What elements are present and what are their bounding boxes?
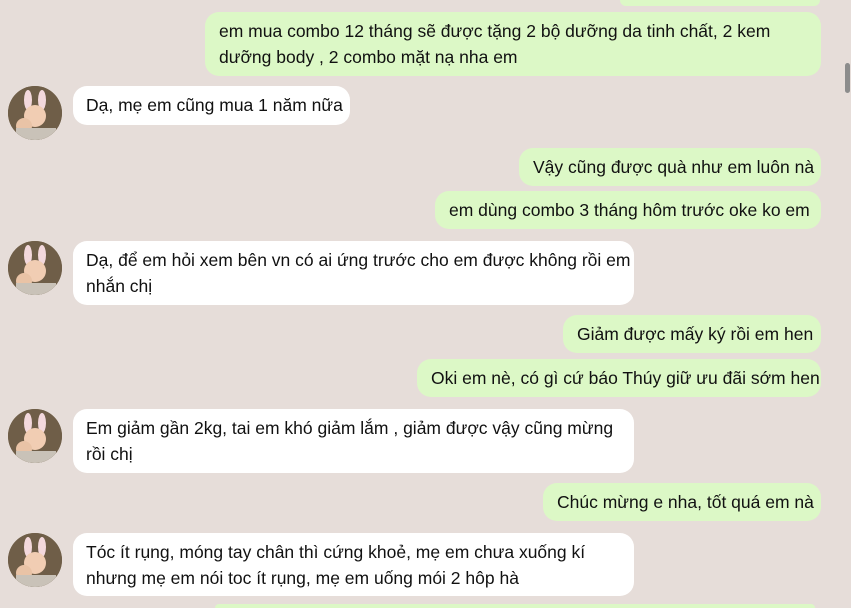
message-text-line: dưỡng body , 2 combo mặt nạ nha em bbox=[219, 47, 518, 67]
partial-message-bottom bbox=[215, 604, 815, 608]
message-text-line: Chúc mừng e nha, tốt quá em nà bbox=[557, 492, 814, 512]
message-outgoing: Vậy cũng được quà như em luôn nà bbox=[519, 148, 821, 186]
message-outgoing: Chúc mừng e nha, tốt quá em nà bbox=[543, 483, 821, 521]
message-text-line: Oki em nè, có gì cứ báo Thúy giữ ưu đãi … bbox=[431, 368, 820, 388]
message-incoming: Em giảm gần 2kg, tai em khó giảm lắm , g… bbox=[73, 409, 634, 473]
message-text-line: nhắn chị bbox=[86, 276, 153, 296]
scrollbar[interactable] bbox=[843, 0, 851, 608]
message-outgoing: Giảm được mấy ký rồi em hen bbox=[563, 315, 821, 353]
avatar-photo-icon bbox=[8, 409, 62, 463]
scrollbar-thumb[interactable] bbox=[845, 63, 850, 93]
message-incoming: Dạ, để em hỏi xem bên vn có ai ứng trước… bbox=[73, 241, 634, 305]
avatar-photo-icon bbox=[8, 86, 62, 140]
message-outgoing: em mua combo 12 tháng sẽ được tặng 2 bộ … bbox=[205, 12, 821, 76]
contact-avatar[interactable] bbox=[8, 409, 62, 463]
message-text-line: Em giảm gần 2kg, tai em khó giảm lắm , g… bbox=[86, 418, 614, 438]
message-text-line: Vậy cũng được quà như em luôn nà bbox=[533, 157, 815, 177]
partial-message-top bbox=[620, 0, 820, 6]
contact-avatar[interactable] bbox=[8, 241, 62, 295]
message-outgoing: Oki em nè, có gì cứ báo Thúy giữ ưu đãi … bbox=[417, 359, 821, 397]
message-text-line: Dạ, để em hỏi xem bên vn có ai ứng trước… bbox=[86, 250, 631, 270]
message-text-line: Tóc ít rụng, móng tay chân thì cứng khoẻ… bbox=[86, 542, 586, 562]
message-text-line: em dùng combo 3 tháng hôm trước oke ko e… bbox=[449, 200, 810, 220]
avatar-photo-icon bbox=[8, 241, 62, 295]
contact-avatar[interactable] bbox=[8, 86, 62, 140]
message-text-line: rồi chị bbox=[86, 444, 133, 464]
message-text-line: Giảm được mấy ký rồi em hen bbox=[577, 324, 814, 344]
message-text-line: Dạ, mẹ em cũng mua 1 năm nữa bbox=[86, 95, 343, 115]
avatar-photo-icon bbox=[8, 533, 62, 587]
message-text-line: em mua combo 12 tháng sẽ được tặng 2 bộ … bbox=[219, 21, 771, 41]
message-text-line: nhưng mẹ em nói toc ít rụng, mẹ em uống … bbox=[86, 568, 519, 588]
message-incoming: Dạ, mẹ em cũng mua 1 năm nữa bbox=[73, 86, 350, 125]
message-incoming: Tóc ít rụng, móng tay chân thì cứng khoẻ… bbox=[73, 533, 634, 596]
message-outgoing: em dùng combo 3 tháng hôm trước oke ko e… bbox=[435, 191, 821, 229]
contact-avatar[interactable] bbox=[8, 533, 62, 587]
